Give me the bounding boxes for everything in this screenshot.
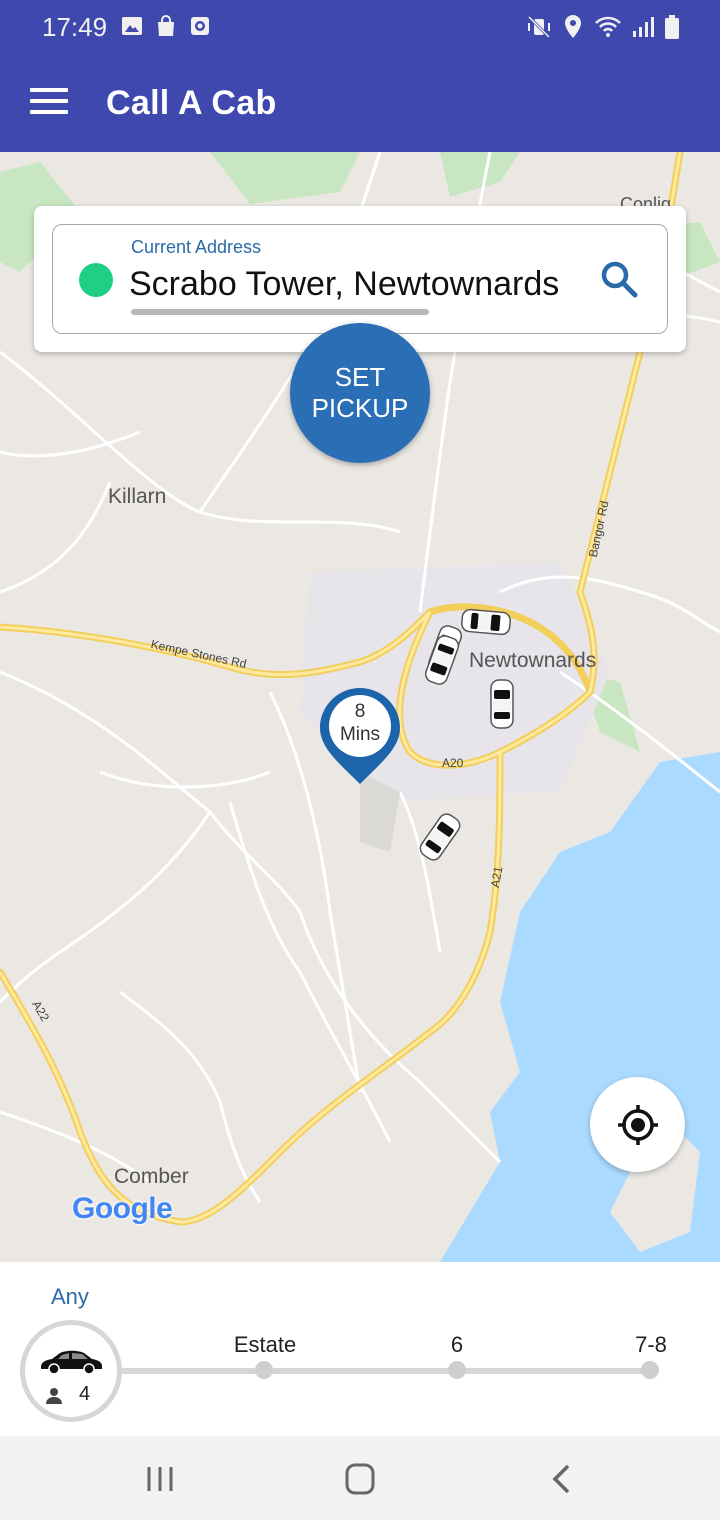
status-time: 17:49: [42, 12, 108, 42]
recent-apps-icon[interactable]: [140, 1462, 180, 1496]
map-label-newtownards: Newtownards: [469, 649, 597, 672]
status-icons-left: [120, 14, 212, 38]
set-pickup-label-line1: SET: [334, 362, 386, 392]
status-icons-right: [526, 14, 680, 40]
map-label-comber: Comber: [114, 1165, 189, 1188]
search-icon[interactable]: [599, 259, 639, 299]
vehicle-slider-track[interactable]: [118, 1368, 658, 1374]
eta-unit: Mins: [339, 724, 381, 745]
my-location-button[interactable]: [590, 1077, 685, 1172]
road-label-a20: A20: [442, 756, 464, 770]
person-icon: [46, 1388, 62, 1404]
wifi-icon: [595, 16, 621, 37]
app-bar: Call A Cab: [0, 56, 720, 152]
vehicle-option-estate[interactable]: [255, 1361, 273, 1379]
screen-record-icon: [191, 17, 209, 35]
vehicle-option-7-8-label: 7-8: [635, 1332, 667, 1357]
system-nav-bar: [0, 1436, 720, 1520]
eta-text: 8 Mins: [318, 700, 402, 746]
address-input[interactable]: Scrabo Tower, Newtownards: [129, 265, 559, 304]
vehicle-seats-count: 4: [79, 1383, 91, 1405]
vehicle-selector: Any Estate 6 7-8 4: [0, 1262, 720, 1436]
set-pickup-label-line2: PICKUP: [311, 393, 409, 423]
vehicle-option-estate-label: Estate: [233, 1332, 297, 1357]
hamburger-menu-icon[interactable]: [30, 88, 68, 118]
vehicle-selected-label: Any: [51, 1284, 89, 1309]
battery-icon: [665, 15, 679, 39]
gallery-icon: [122, 17, 142, 35]
shopping-bag-icon: [158, 15, 174, 36]
signal-icon: [633, 17, 654, 37]
map-label-killarn: Killarn: [108, 485, 167, 508]
vehicle-option-6-label: 6: [450, 1332, 464, 1357]
vehicle-option-6[interactable]: [448, 1361, 466, 1379]
location-icon: [565, 15, 581, 38]
pickup-dot-icon: [79, 263, 113, 297]
vehicle-option-7-8[interactable]: [641, 1361, 659, 1379]
app-title: Call A Cab: [106, 84, 277, 122]
address-underline: [131, 309, 429, 315]
address-label: Current Address: [131, 237, 262, 257]
mute-vibrate-icon: [527, 15, 551, 39]
home-icon[interactable]: [340, 1462, 380, 1496]
vehicle-slider-thumb[interactable]: 4: [20, 1320, 122, 1422]
crosshair-icon: [617, 1104, 658, 1145]
car-side-icon: [41, 1350, 102, 1375]
eta-value: 8: [354, 701, 366, 722]
google-logo-text: Google: [72, 1192, 173, 1225]
google-attribution: Google: [72, 1192, 173, 1226]
back-icon[interactable]: [542, 1462, 582, 1496]
eta-pin-marker: 8 Mins: [318, 686, 402, 786]
set-pickup-button[interactable]: SET PICKUP: [290, 323, 430, 463]
address-field[interactable]: Current Address Scrabo Tower, Newtownard…: [52, 224, 668, 334]
status-bar: 17:49: [0, 0, 720, 56]
